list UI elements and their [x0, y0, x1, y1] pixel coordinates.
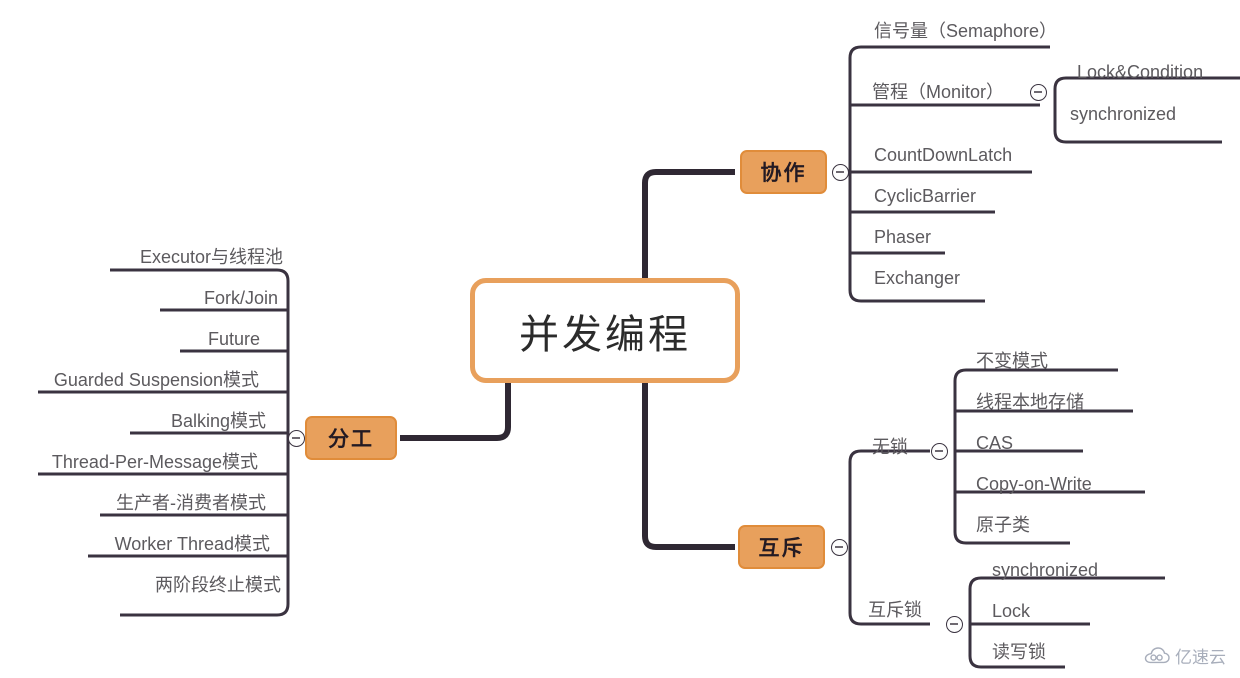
- leaf-division-1[interactable]: Fork/Join: [38, 289, 278, 307]
- minus-circle-icon-mutex[interactable]: [831, 539, 848, 556]
- minus-circle-icon-lockfree[interactable]: [931, 443, 948, 460]
- leaf-cooperation-2[interactable]: CountDownLatch: [874, 146, 1012, 164]
- leaf-cooperation-5[interactable]: Exchanger: [874, 269, 960, 287]
- cloud-icon: [1144, 646, 1170, 665]
- minus-circle-icon-cooperation[interactable]: [832, 164, 849, 181]
- leaf-division-5[interactable]: Thread-Per-Message模式: [38, 453, 258, 471]
- branch-node-division[interactable]: 分工: [305, 416, 397, 460]
- leaf-monitor-child-1[interactable]: synchronized: [1070, 105, 1176, 123]
- leaf-cooperation-1[interactable]: 管程（Monitor）: [872, 83, 1004, 101]
- leaf-mutexlock-child-1[interactable]: Lock: [992, 602, 1030, 620]
- branch-node-mutex-label: 互斥: [758, 537, 805, 560]
- leaf-monitor-child-0[interactable]: Lock&Condition: [1077, 63, 1203, 81]
- leaf-mutex-0[interactable]: 无锁: [872, 438, 908, 456]
- leaf-cooperation-0[interactable]: 信号量（Semaphore）: [874, 22, 1057, 40]
- leaf-division-4[interactable]: Balking模式: [38, 412, 266, 430]
- branch-node-division-label: 分工: [328, 428, 374, 451]
- leaf-mutex-1[interactable]: 互斥锁: [868, 601, 922, 619]
- watermark: 亿速云: [1144, 643, 1226, 668]
- mindmap-canvas: 并发编程 分工 协作 互斥 Executor与线程池 Fork/Join Fut…: [0, 0, 1240, 678]
- leaf-division-2[interactable]: Future: [38, 330, 260, 348]
- leaf-lockfree-child-1[interactable]: 线程本地存储: [976, 393, 1084, 411]
- watermark-text: 亿速云: [1175, 648, 1226, 667]
- leaf-cooperation-4[interactable]: Phaser: [874, 228, 931, 246]
- leaf-lockfree-child-2[interactable]: CAS: [976, 434, 1013, 452]
- leaf-division-7[interactable]: Worker Thread模式: [38, 535, 270, 553]
- leaf-lockfree-child-3[interactable]: Copy-on-Write: [976, 475, 1092, 493]
- minus-circle-icon-division[interactable]: [288, 430, 305, 447]
- leaf-lockfree-child-0[interactable]: 不变模式: [976, 352, 1048, 370]
- leaf-cooperation-3[interactable]: CyclicBarrier: [874, 187, 976, 205]
- branch-node-mutex[interactable]: 互斥: [738, 525, 825, 569]
- leaf-division-8[interactable]: 两阶段终止模式: [38, 576, 281, 594]
- branch-node-cooperation[interactable]: 协作: [740, 150, 827, 194]
- leaf-division-3[interactable]: Guarded Suspension模式: [38, 371, 259, 389]
- leaf-division-6[interactable]: 生产者-消费者模式: [38, 494, 266, 512]
- minus-circle-icon-monitor[interactable]: [1030, 84, 1047, 101]
- leaf-mutexlock-child-0[interactable]: synchronized: [992, 561, 1098, 579]
- minus-circle-icon-mutexlock[interactable]: [946, 616, 963, 633]
- leaf-mutexlock-child-2[interactable]: 读写锁: [992, 643, 1046, 661]
- root-node[interactable]: 并发编程: [470, 278, 740, 383]
- leaf-lockfree-child-4[interactable]: 原子类: [976, 516, 1030, 534]
- root-node-label: 并发编程: [519, 312, 691, 357]
- branch-node-cooperation-label: 协作: [760, 162, 807, 185]
- leaf-division-0[interactable]: Executor与线程池: [38, 248, 283, 266]
